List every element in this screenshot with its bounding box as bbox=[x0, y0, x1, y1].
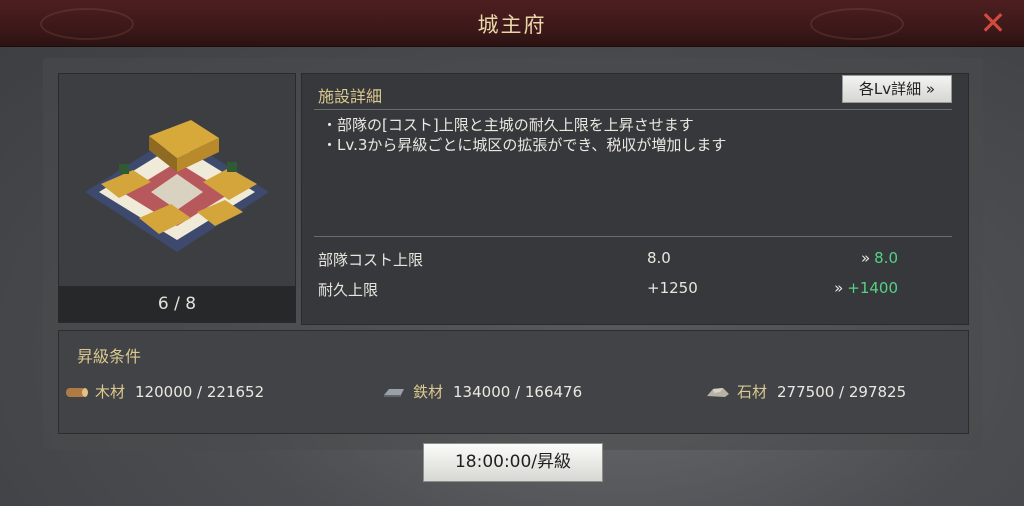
double-arrow-icon: » bbox=[834, 279, 844, 297]
wood-log-icon bbox=[66, 387, 88, 397]
resource-amount: 277500 / 297825 bbox=[777, 382, 907, 401]
resource-wood: 木材 120000 / 221652 bbox=[63, 381, 264, 402]
iron-ingot-icon bbox=[384, 388, 404, 397]
stat-row-durability-limit: 耐久上限 +1250 » +1400 bbox=[318, 279, 952, 301]
stone-icon bbox=[707, 387, 729, 397]
resource-amount: 134000 / 166476 bbox=[453, 382, 583, 401]
page-title: 城主府 bbox=[477, 13, 547, 37]
stat-next: » 8.0 bbox=[861, 249, 898, 267]
level-details-button[interactable]: 各Lv詳細 » bbox=[842, 75, 952, 103]
description-list: ・部隊の[コスト]上限と主城の耐久上限を上昇させます ・Lv.3から昇級ごとに城… bbox=[322, 115, 726, 155]
upgrade-conditions-panel: 昇級条件 木材 120000 / 221652 鉄材 134000 / 1664… bbox=[58, 330, 969, 434]
conditions-title: 昇級条件 bbox=[77, 347, 142, 366]
description-line: ・Lv.3から昇級ごとに城区の拡張ができ、税収が増加します bbox=[322, 136, 727, 154]
stat-current-value: +1250 bbox=[647, 279, 698, 297]
divider bbox=[314, 109, 952, 110]
close-icon[interactable]: ✕ bbox=[976, 6, 1010, 40]
stat-label: 耐久上限 bbox=[318, 281, 379, 299]
header-banner: 城主府 ✕ bbox=[0, 0, 1024, 47]
divider bbox=[314, 236, 952, 237]
palace-building-image bbox=[85, 120, 269, 252]
detail-title: 施設詳細 bbox=[318, 87, 383, 106]
building-level: 6 / 8 bbox=[58, 286, 296, 322]
resource-name: 木材 bbox=[95, 383, 126, 401]
resource-stone: 石材 277500 / 297825 bbox=[705, 381, 906, 402]
resource-amount: 120000 / 221652 bbox=[135, 382, 265, 401]
description-line: ・部隊の[コスト]上限と主城の耐久上限を上昇させます bbox=[322, 116, 694, 134]
stat-current-value: 8.0 bbox=[647, 249, 671, 267]
stat-next-value: +1400 bbox=[847, 279, 898, 297]
resource-name: 鉄材 bbox=[413, 383, 444, 401]
double-arrow-icon: » bbox=[860, 249, 871, 267]
resource-name: 石材 bbox=[737, 383, 768, 401]
upgrade-button[interactable]: 18:00:00/昇級 bbox=[423, 443, 603, 482]
stat-next-value: 8.0 bbox=[874, 249, 898, 267]
stat-label: 部隊コスト上限 bbox=[318, 251, 424, 269]
facility-detail-panel: 施設詳細 各Lv詳細 » ・部隊の[コスト]上限と主城の耐久上限を上昇させます … bbox=[301, 73, 969, 325]
stat-row-cost-limit: 部隊コスト上限 8.0 » 8.0 bbox=[318, 249, 952, 271]
stat-next: » +1400 bbox=[834, 279, 898, 297]
resource-iron: 鉄材 134000 / 166476 bbox=[381, 381, 582, 402]
